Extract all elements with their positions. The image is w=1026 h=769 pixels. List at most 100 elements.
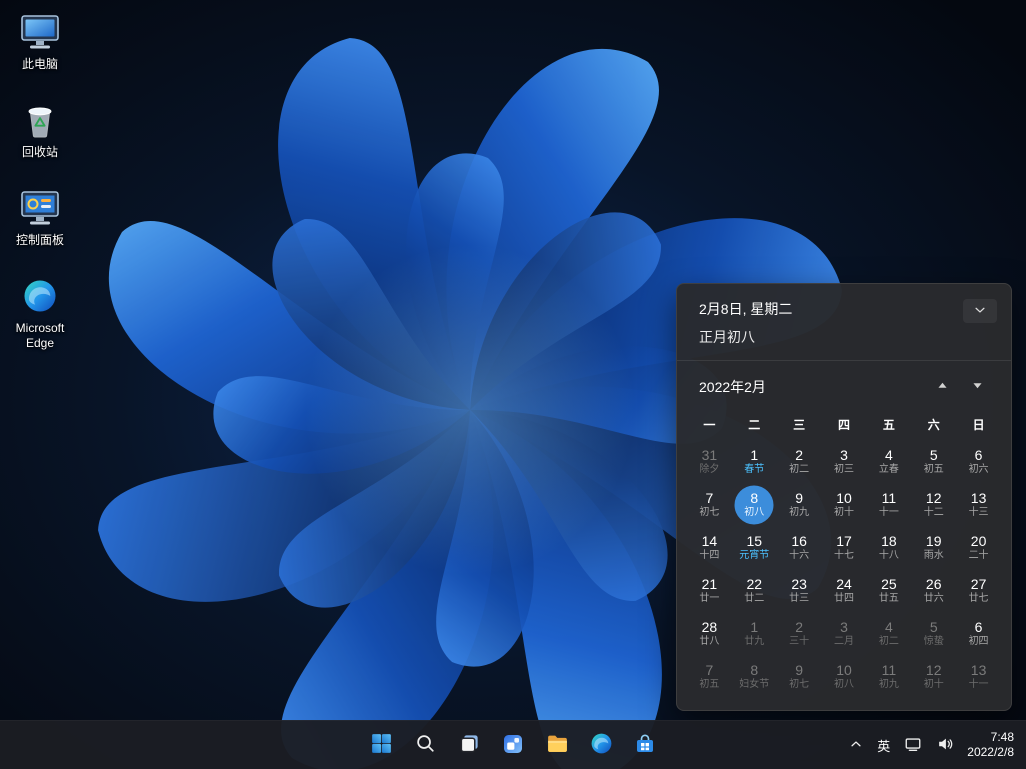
- calendar-day-cell[interactable]: 12 十二: [911, 483, 956, 526]
- calendar-day-cell[interactable]: 27 廿七: [956, 569, 1001, 612]
- day-number: 9: [795, 662, 804, 678]
- calendar-day-cell[interactable]: 4 立春: [866, 440, 911, 483]
- day-lunar-label: 十一: [968, 679, 989, 690]
- desktop-icon-edge[interactable]: Microsoft Edge: [1, 272, 79, 353]
- calendar-day-cell[interactable]: 5 初五: [911, 440, 956, 483]
- day-number: 12: [925, 490, 942, 506]
- day-lunar-label: 廿三: [789, 593, 810, 604]
- day-number: 28: [701, 619, 718, 635]
- calendar-day-cell[interactable]: 7 初五: [687, 655, 732, 698]
- calendar-day-cell[interactable]: 24 廿四: [822, 569, 867, 612]
- day-number: 4: [884, 447, 893, 463]
- calendar-collapse-button[interactable]: [963, 299, 997, 323]
- calendar-day-cell[interactable]: 1 廿九: [732, 612, 777, 655]
- widgets-button[interactable]: [493, 725, 533, 765]
- calendar-day-cell[interactable]: 13 十一: [956, 655, 1001, 698]
- calendar-day-cell[interactable]: 2 初二: [777, 440, 822, 483]
- day-lunar-label: 廿七: [968, 593, 989, 604]
- recycle-bin-icon: [18, 98, 62, 142]
- day-number: 12: [925, 662, 942, 678]
- calendar-day-cell[interactable]: 15 元宵节: [732, 526, 777, 569]
- day-number: 3: [840, 619, 848, 635]
- calendar-day-cell[interactable]: 22 廿二: [732, 569, 777, 612]
- calendar-day-cell[interactable]: 6 初六: [956, 440, 1001, 483]
- desktop-icon-this-pc[interactable]: 此电脑: [1, 8, 79, 74]
- day-lunar-label: 初五: [699, 679, 720, 690]
- volume-button[interactable]: [929, 725, 961, 765]
- day-number: 21: [701, 576, 718, 592]
- day-lunar-label: 初四: [968, 636, 989, 647]
- calendar-day-cell[interactable]: 19 雨水: [911, 526, 956, 569]
- calendar-day-cell[interactable]: 21 廿一: [687, 569, 732, 612]
- day-lunar-label: 十二: [923, 507, 944, 518]
- edge-icon: [589, 731, 614, 759]
- calendar-day-cell[interactable]: 11 十一: [866, 483, 911, 526]
- task-view-button[interactable]: [449, 725, 489, 765]
- calendar-day-cell[interactable]: 17 十七: [822, 526, 867, 569]
- store-icon: [633, 732, 657, 759]
- clock-time: 7:48: [990, 730, 1014, 744]
- calendar-day-cell[interactable]: 13 十三: [956, 483, 1001, 526]
- edge-button[interactable]: [581, 725, 621, 765]
- day-number: 27: [970, 576, 987, 592]
- file-explorer-button[interactable]: [537, 725, 577, 765]
- day-number: 22: [746, 576, 763, 592]
- calendar-day-cell[interactable]: 10 初十: [822, 483, 867, 526]
- calendar-day-cell[interactable]: 2 三十: [777, 612, 822, 655]
- calendar-day-cell[interactable]: 20 二十: [956, 526, 1001, 569]
- day-lunar-label: 十一: [878, 507, 899, 518]
- day-number: 24: [836, 576, 852, 592]
- calendar-day-cell[interactable]: 8 妇女节: [732, 655, 777, 698]
- calendar-month-label[interactable]: 2022年2月: [699, 377, 766, 397]
- calendar-day-cell[interactable]: 18 十八: [866, 526, 911, 569]
- desktop-icon-recycle-bin[interactable]: 回收站: [1, 96, 79, 162]
- day-number: 26: [925, 576, 942, 592]
- calendar-day-cell[interactable]: 11 初九: [866, 655, 911, 698]
- day-lunar-label: 十六: [789, 550, 810, 561]
- calendar-day-cell[interactable]: 5 惊蛰: [911, 612, 956, 655]
- calendar-day-cell[interactable]: 6 初四: [956, 612, 1001, 655]
- calendar-day-cell[interactable]: 9 初九: [777, 483, 822, 526]
- desktop-icon-label: 此电脑: [21, 57, 58, 71]
- day-lunar-label: 初十: [923, 679, 944, 690]
- calendar-day-cell[interactable]: 14 十四: [687, 526, 732, 569]
- day-number: 11: [881, 662, 897, 678]
- start-button[interactable]: [361, 725, 401, 765]
- calendar-day-cell[interactable]: 23 廿三: [777, 569, 822, 612]
- day-number: 4: [884, 619, 893, 635]
- day-lunar-label: 初七: [699, 507, 720, 518]
- calendar-day-cell[interactable]: 26 廿六: [911, 569, 956, 612]
- store-button[interactable]: [625, 725, 665, 765]
- calendar-day-cell[interactable]: 25 廿五: [866, 569, 911, 612]
- tray-expand-button[interactable]: [842, 725, 870, 765]
- calendar-day-cell[interactable]: 7 初七: [687, 483, 732, 526]
- calendar-day-cell[interactable]: 10 初八: [822, 655, 867, 698]
- day-number: 19: [925, 533, 942, 549]
- calendar-prev-month-button[interactable]: [933, 375, 952, 398]
- day-number: 1: [750, 447, 759, 463]
- clock-button[interactable]: 7:48 2022/2/8: [961, 725, 1024, 765]
- search-button[interactable]: [405, 725, 445, 765]
- network-button[interactable]: [897, 725, 929, 765]
- calendar-next-month-button[interactable]: [968, 375, 987, 398]
- desktop-icon-control-panel[interactable]: 控制面板: [1, 184, 79, 250]
- day-lunar-label: 初八: [744, 507, 765, 518]
- calendar-day-cell[interactable]: 4 初二: [866, 612, 911, 655]
- calendar-day-cell[interactable]: 1 春节: [732, 440, 777, 483]
- calendar-day-cell[interactable]: 8 初八: [732, 483, 777, 526]
- calendar-day-cell[interactable]: 3 初三: [822, 440, 867, 483]
- day-number: 8: [750, 490, 759, 506]
- calendar-day-cell[interactable]: 28 廿八: [687, 612, 732, 655]
- weekday-label: 一: [703, 418, 716, 432]
- calendar-day-cell[interactable]: 31 除夕: [687, 440, 732, 483]
- calendar-day-cell[interactable]: 9 初七: [777, 655, 822, 698]
- calendar-day-cell[interactable]: 16 十六: [777, 526, 822, 569]
- widgets-icon: [501, 732, 525, 759]
- calendar-day-cell[interactable]: 12 初十: [911, 655, 956, 698]
- day-lunar-label: 初八: [833, 679, 854, 690]
- day-lunar-label: 十四: [699, 550, 720, 561]
- ime-indicator-button[interactable]: 英: [870, 725, 897, 765]
- day-lunar-label: 春节: [744, 464, 765, 475]
- calendar-day-cell[interactable]: 3 二月: [822, 612, 867, 655]
- day-lunar-label: 除夕: [699, 464, 720, 475]
